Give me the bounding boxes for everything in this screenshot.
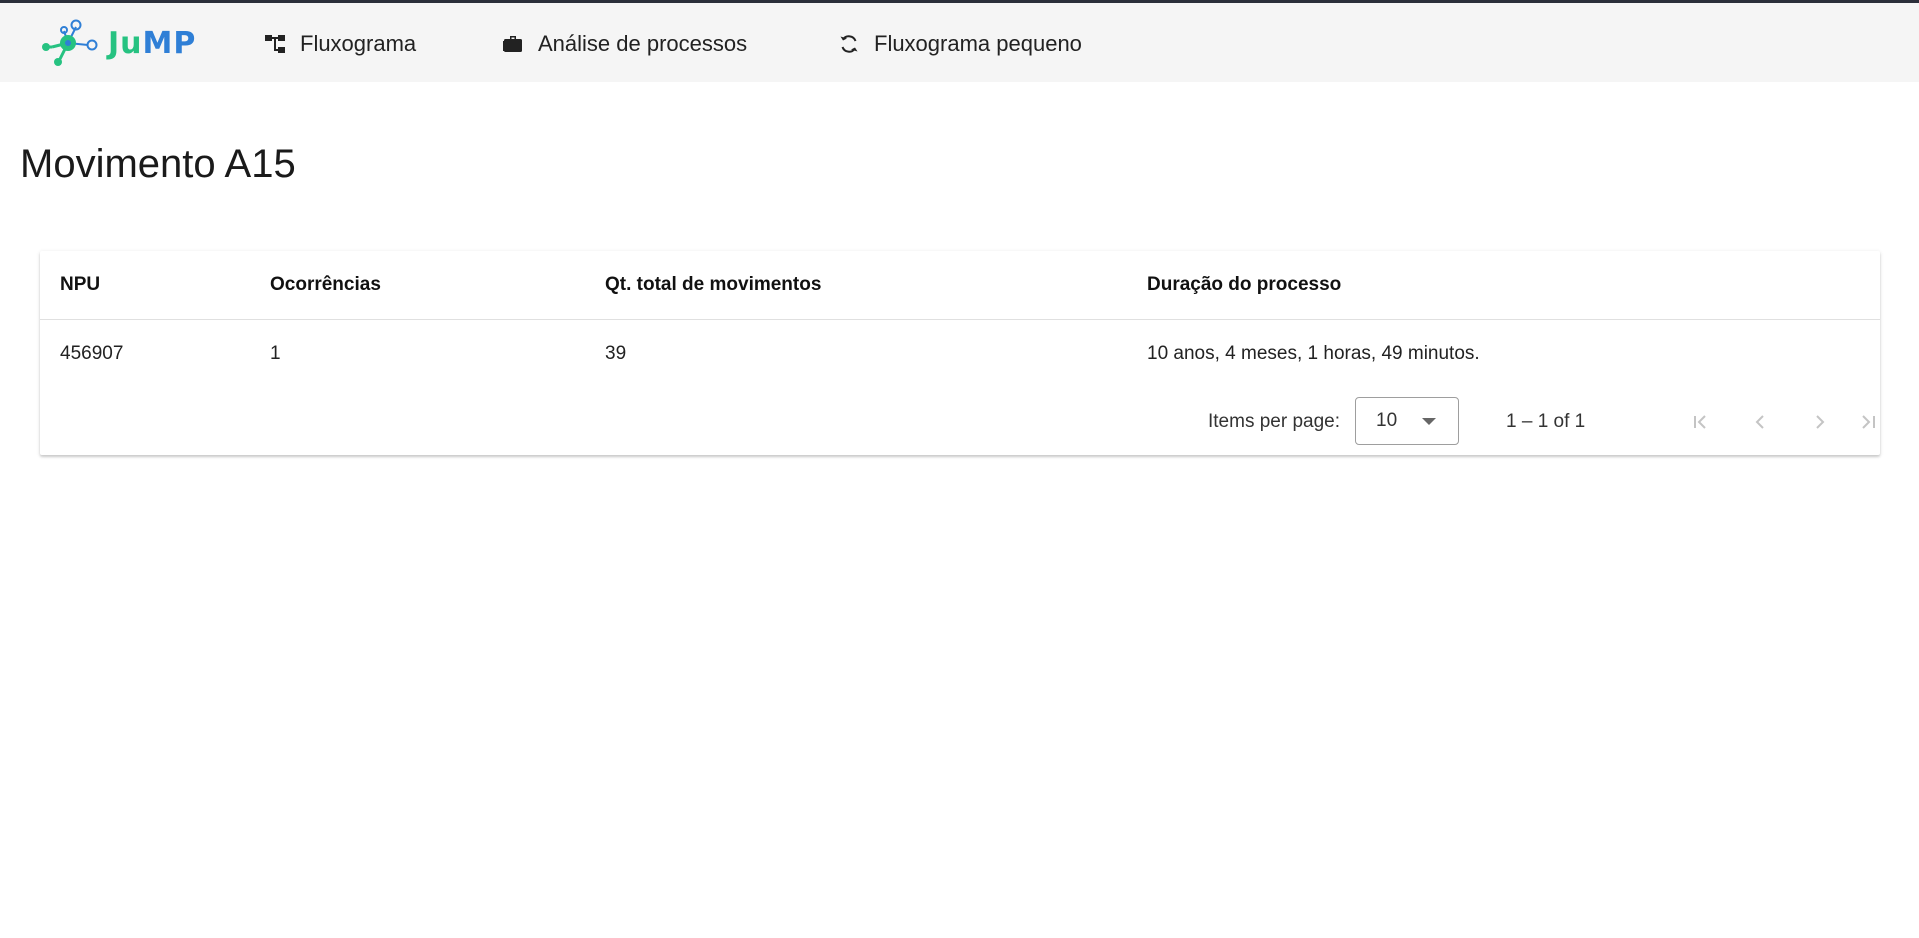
items-per-page-value: 10	[1376, 410, 1398, 431]
dropdown-arrow-icon	[1422, 418, 1436, 425]
jump-logo[interactable]: JuMP	[38, 15, 196, 71]
next-page-icon	[1816, 415, 1825, 429]
range-label: 1 – 1 of 1	[1506, 411, 1586, 432]
cell-total-movimentos: 39	[605, 343, 627, 364]
column-header-duracao[interactable]: Duração do processo	[1147, 251, 1341, 319]
nav-fluxograma[interactable]: Fluxograma	[262, 25, 416, 63]
column-header-ocorrencias[interactable]: Ocorrências	[270, 251, 381, 319]
flowchart-icon	[262, 31, 288, 57]
molecule-logo-icon	[42, 19, 98, 66]
nav-label: Fluxograma pequeno	[874, 31, 1082, 56]
previous-page-button[interactable]	[1740, 402, 1780, 442]
logo-text: JuMP	[108, 25, 197, 61]
movements-table-card: NPU Ocorrências Qt. total de movimentos …	[40, 251, 1880, 455]
refresh-icon	[836, 31, 862, 57]
last-page-icon	[1862, 415, 1875, 429]
first-page-icon	[1694, 415, 1706, 429]
table-row[interactable]: 456907 1 39 10 anos, 4 meses, 1 horas, 4…	[40, 320, 1880, 388]
cell-duracao: 10 anos, 4 meses, 1 horas, 49 minutos.	[1147, 343, 1480, 364]
next-page-button[interactable]	[1800, 402, 1840, 442]
last-page-button[interactable]	[1860, 402, 1880, 442]
column-header-total-movimentos[interactable]: Qt. total de movimentos	[605, 251, 821, 319]
briefcase-icon	[500, 31, 526, 57]
paginator: Items per page: 10 1 – 1 of 1	[40, 389, 1880, 455]
nav-analise-de-processos[interactable]: Análise de processos	[500, 25, 747, 63]
items-per-page-label: Items per page:	[1208, 411, 1341, 432]
page-title: Movimento A15	[20, 142, 296, 186]
nav-fluxograma-pequeno[interactable]: Fluxograma pequeno	[836, 25, 1082, 63]
top-navigation-bar: JuMP Fluxograma Análise de processos Flu…	[0, 0, 1919, 82]
first-page-button[interactable]	[1680, 402, 1720, 442]
items-per-page-select[interactable]: 10	[1355, 397, 1459, 445]
table-header-row: NPU Ocorrências Qt. total de movimentos …	[40, 251, 1880, 320]
cell-npu: 456907	[60, 343, 124, 364]
nav-label: Análise de processos	[538, 31, 748, 56]
previous-page-icon	[1755, 415, 1764, 429]
column-header-npu[interactable]: NPU	[60, 251, 100, 319]
cell-ocorrencias: 1	[270, 343, 281, 364]
nav-label: Fluxograma	[300, 31, 417, 56]
